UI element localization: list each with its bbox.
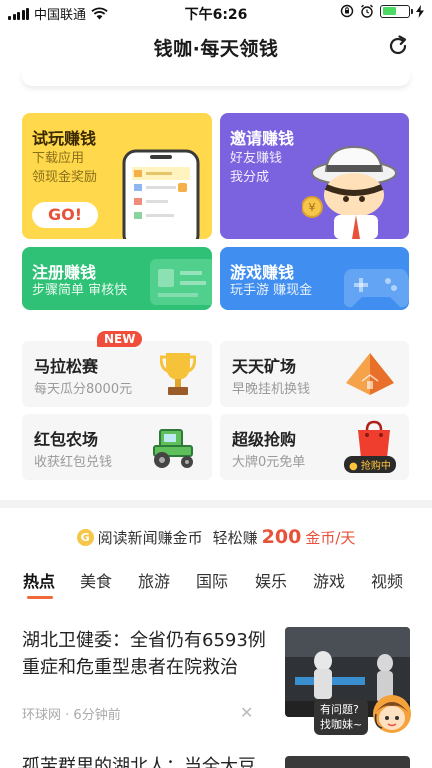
promo-amount: 200 — [261, 526, 302, 548]
tile-marathon[interactable]: NEW 马拉松赛 每天瓜分8000元 — [22, 331, 212, 407]
trial-earn-card[interactable]: 试玩赚钱 下载应用 领现金奖励 GO! — [22, 113, 212, 239]
invite-sub-1: 好友赚钱 — [230, 151, 283, 166]
promo-text-1: 阅读新闻赚金币 — [97, 528, 203, 547]
shopping-bag-icon — [358, 420, 390, 458]
news-time: 6分钟前 — [73, 708, 121, 723]
go-button[interactable]: GO! — [32, 202, 98, 228]
collapsed-panel — [22, 70, 410, 86]
tab-hot[interactable]: 热点 — [23, 568, 55, 592]
status-right — [340, 4, 424, 18]
help-line-2: 找咖妹~ — [320, 718, 363, 731]
refresh-icon[interactable] — [386, 34, 410, 58]
help-bubble[interactable]: 有问题? 找咖妹~ — [314, 699, 369, 735]
register-title: 注册赚钱 — [32, 263, 97, 282]
tile-mine[interactable]: 天天矿场 早晚挂机换钱 — [220, 341, 409, 407]
mine-title: 天天矿场 — [232, 357, 297, 376]
news-item-2-thumbnail[interactable] — [285, 756, 410, 768]
news-tabs: 热点 美食 旅游 国际 娱乐 游戏 视频 — [0, 568, 432, 600]
trial-sub-1: 下载应用 — [32, 151, 85, 166]
page-title: 钱咖·每天领钱 — [153, 38, 279, 60]
trial-title: 试玩赚钱 — [32, 129, 97, 148]
new-badge: NEW — [97, 331, 143, 347]
close-icon[interactable]: ✕ — [240, 703, 253, 722]
tab-video[interactable]: 视频 — [371, 568, 403, 592]
tab-entertainment[interactable]: 娱乐 — [255, 568, 287, 592]
marathon-sub: 每天瓜分8000元 — [34, 382, 133, 397]
support-avatar-icon[interactable] — [370, 690, 414, 736]
phone-illustration-icon — [122, 149, 200, 239]
register-earn-card[interactable]: 注册赚钱 步骤简单 审核快 — [22, 247, 212, 310]
deal-sub: 大牌0元免单 — [232, 455, 306, 470]
deal-badge: ● 抢购中 — [344, 456, 396, 473]
tile-flash-deal[interactable]: 超级抢购 大牌0元免单 ● 抢购中 — [220, 414, 409, 480]
marathon-title: 马拉松赛 — [34, 357, 99, 376]
promo-unit: 金币/天 — [305, 528, 356, 547]
tile-farm[interactable]: 红包农场 收获红包兑钱 — [22, 414, 212, 480]
news-meta: 环球网 · 6分钟前 — [22, 708, 121, 723]
tab-international[interactable]: 国际 — [196, 568, 228, 592]
news-title[interactable]: 湖北卫健委：全省仍有6593例重症和危重型患者在院救治 — [22, 627, 272, 681]
section-divider — [0, 500, 432, 508]
news-source: 环球网 — [22, 708, 62, 723]
game-earn-card[interactable]: 游戏赚钱 玩手游 赚现金 — [220, 247, 409, 310]
rotation-lock-icon — [340, 4, 354, 18]
mine-sub: 早晚挂机换钱 — [232, 382, 311, 397]
status-bar: 中国联通 下午6:26 — [0, 0, 432, 24]
tab-food[interactable]: 美食 — [80, 568, 112, 592]
battery-icon — [380, 4, 413, 18]
tab-games[interactable]: 游戏 — [313, 568, 345, 592]
help-line-1: 有问题? — [320, 703, 359, 716]
trial-sub-2: 领现金奖励 — [32, 170, 98, 185]
invite-earn-card[interactable]: 邀请赚钱 好友赚钱 我分成 ¥ — [220, 113, 409, 239]
farm-sub: 收获红包兑钱 — [34, 455, 113, 470]
alarm-icon — [361, 4, 373, 18]
promo-text-2: 轻松赚 — [212, 528, 258, 547]
promo-banner: G 阅读新闻赚金币 轻松赚 200 金币/天 — [0, 526, 432, 548]
tab-travel[interactable]: 旅游 — [138, 568, 170, 592]
charging-icon — [416, 4, 424, 18]
mine-pyramid-icon — [346, 353, 394, 395]
invite-sub-2: 我分成 — [230, 170, 270, 185]
tractor-icon — [153, 429, 193, 468]
svg-text:¥: ¥ — [309, 201, 316, 214]
register-sub: 步骤简单 审核快 — [32, 283, 128, 298]
mascot-illustration-icon: ¥ — [302, 145, 397, 239]
gamepad-icon — [344, 269, 409, 308]
deal-title: 超级抢购 — [232, 430, 297, 449]
active-tab-indicator — [27, 596, 53, 599]
farm-title: 红包农场 — [34, 430, 99, 449]
id-card-icon — [150, 259, 212, 305]
invite-title: 邀请赚钱 — [230, 129, 295, 148]
trophy-icon — [160, 353, 196, 395]
news-item-2-title[interactable]: 孤苦群里的湖北人：当全大豆 — [22, 752, 256, 768]
game-title: 游戏赚钱 — [230, 263, 295, 282]
game-sub: 玩手游 赚现金 — [230, 283, 313, 298]
header: 钱咖·每天领钱 — [0, 24, 432, 70]
coin-icon: G — [76, 528, 94, 546]
